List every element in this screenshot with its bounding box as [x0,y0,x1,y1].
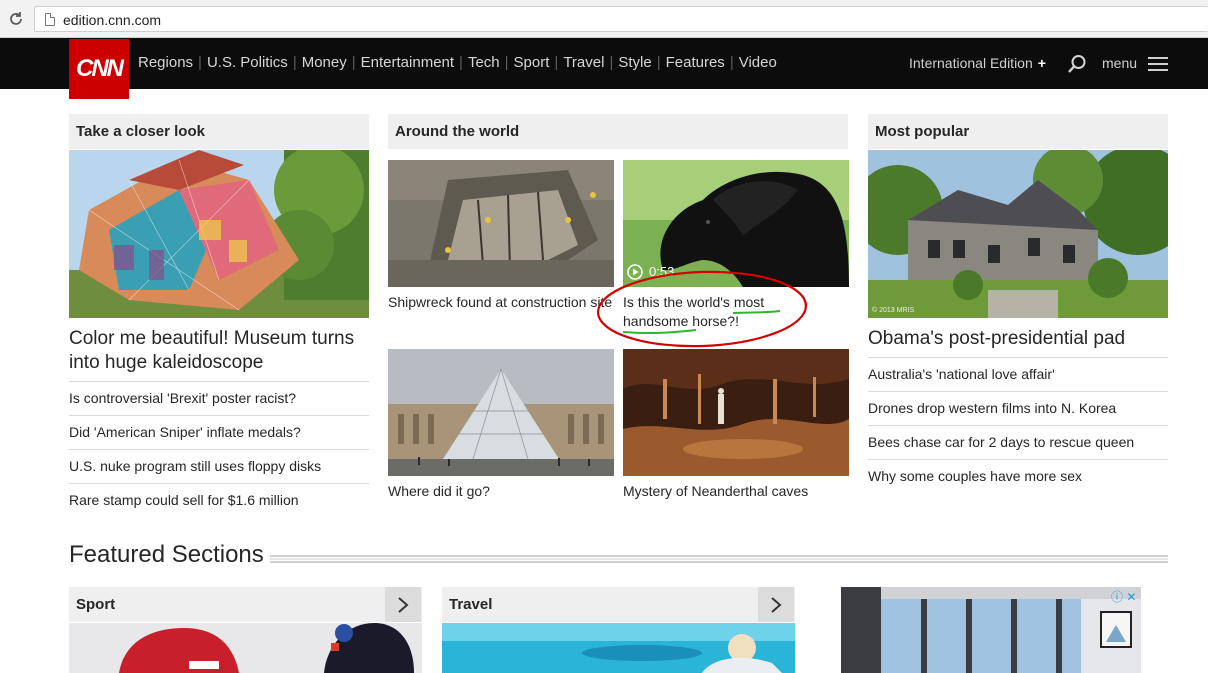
section-header-closer-look[interactable]: Take a closer look [69,114,369,149]
menu-label[interactable]: menu [1102,55,1137,71]
closer-look-links: Is controversial 'Brexit' poster racist?… [69,381,369,517]
reload-icon[interactable] [8,11,24,27]
annotation-overlay [596,270,808,348]
edition-label: International Edition [909,55,1033,71]
url-text[interactable]: edition.cnn.com [63,12,161,28]
nav-link-regions[interactable]: Regions [138,54,193,71]
section-header-most-popular[interactable]: Most popular [868,114,1168,149]
advertisement-image[interactable] [841,587,1141,673]
browser-toolbar: edition.cnn.com [0,0,1208,38]
list-item[interactable]: Why some couples have more sex [868,459,1168,493]
chevron-right-icon [398,597,409,613]
photo-credit: © 2013 MRIS [872,307,915,314]
nav-link-features[interactable]: Features [666,54,725,71]
page-icon [45,13,55,26]
nav-link-video[interactable]: Video [739,54,777,71]
nav-link-tech[interactable]: Tech [468,54,500,71]
cave-image[interactable] [623,349,849,476]
most-popular-links: Australia's 'national love affair' Drone… [868,357,1168,493]
address-bar[interactable]: edition.cnn.com [34,6,1208,32]
edition-plus-icon: + [1037,55,1046,71]
travel-image[interactable] [442,623,795,673]
shipwreck-image[interactable] [388,160,614,287]
list-item[interactable]: Drones drop western films into N. Korea [868,391,1168,425]
nav-separator: | [609,54,614,71]
nav-separator: | [292,54,297,71]
cave-caption[interactable]: Mystery of Neanderthal caves [623,482,849,501]
section-header-around-world[interactable]: Around the world [388,114,848,149]
list-item[interactable]: U.S. nuke program still uses floppy disk… [69,449,369,483]
travel-next-button[interactable] [758,587,794,622]
louvre-caption[interactable]: Where did it go? [388,482,614,501]
sport-image[interactable] [69,623,422,673]
logo-text: CNN [76,55,124,82]
obama-house-image[interactable]: © 2013 MRIS [868,150,1168,318]
louvre-image[interactable] [388,349,614,476]
nav-link-money[interactable]: Money [302,54,347,71]
nav-separator: | [459,54,463,71]
section-header-sport[interactable]: Sport [69,587,422,622]
nav-link-sport[interactable]: Sport [514,54,550,71]
cnn-logo[interactable]: CNN [69,39,129,99]
sport-next-button[interactable] [385,587,421,622]
nav-separator: | [656,54,661,71]
list-item[interactable]: Is controversial 'Brexit' poster racist? [69,381,369,415]
list-item[interactable]: Rare stamp could sell for $1.6 million [69,483,369,517]
list-item[interactable]: Did 'American Sniper' inflate medals? [69,415,369,449]
nav-separator: | [729,54,734,71]
nav-separator: | [198,54,202,71]
nav-link-entertainment[interactable]: Entertainment [361,54,454,71]
closer-look-headline[interactable]: Color me beautiful! Museum turns into hu… [69,327,369,375]
nav-link-travel[interactable]: Travel [563,54,604,71]
most-popular-headline[interactable]: Obama's post-presidential pad [868,327,1168,351]
cnn-nav-bar: CNN Regions | U.S. Politics | Money | Entertai… [0,38,1208,99]
featured-divider [270,555,1168,563]
search-icon[interactable] [1067,54,1087,74]
nav-links: Regions | U.S. Politics | Money | Entertainmen… [138,54,777,71]
edition-selector[interactable]: International Edition + [909,55,1046,71]
hamburger-icon[interactable] [1148,57,1168,71]
museum-image[interactable] [69,150,369,318]
list-item[interactable]: Bees chase car for 2 days to rescue quee… [868,425,1168,459]
nav-link-style[interactable]: Style [618,54,651,71]
section-header-travel[interactable]: Travel [442,587,795,622]
nav-separator: | [554,54,559,71]
list-item[interactable]: Australia's 'national love affair' [868,357,1168,391]
ad-choices-icon[interactable]: ⓘ ✕ [1111,588,1136,605]
nav-link-us-politics[interactable]: U.S. Politics [207,54,288,71]
featured-sections-title: Featured Sections [69,541,270,569]
chevron-right-icon [771,597,782,613]
shipwreck-caption[interactable]: Shipwreck found at construction site [388,293,614,312]
nav-separator: | [351,54,356,71]
nav-separator: | [504,54,509,71]
